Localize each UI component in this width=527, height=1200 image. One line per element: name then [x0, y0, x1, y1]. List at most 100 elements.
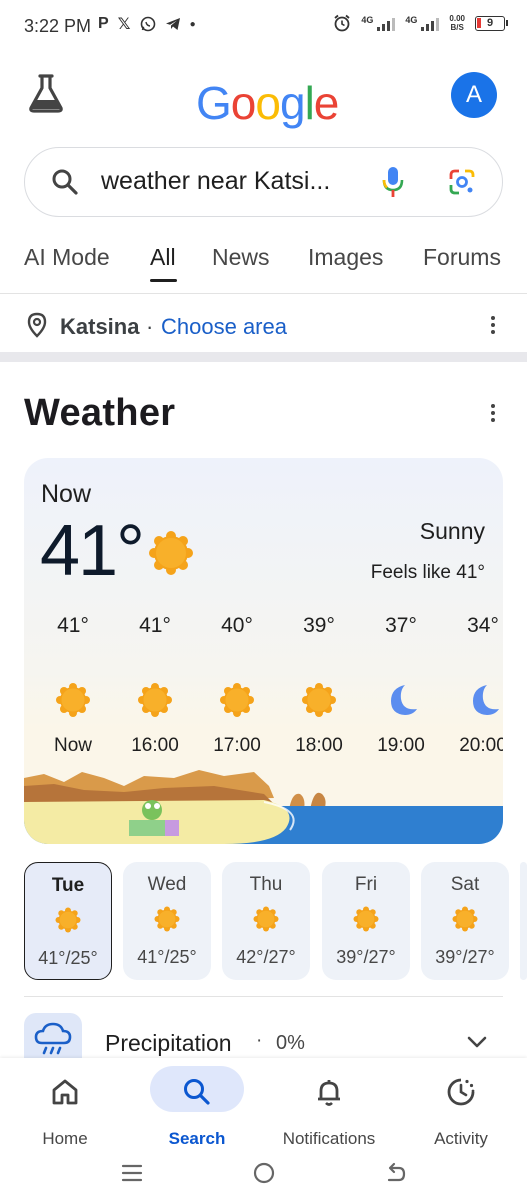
search-icon [184, 1079, 210, 1105]
hourly-forecast-item: 41° 16:00 [115, 614, 195, 757]
hourly-forecast-item: 37° 19:00 [361, 614, 441, 757]
beach-scene-illustration [24, 770, 503, 844]
bottom-navigation: Home Search Notifications Activity [0, 1058, 527, 1153]
sun-icon [138, 683, 172, 717]
sun-icon [253, 906, 279, 932]
logo-letter: o [255, 77, 281, 129]
hourly-time: 16:00 [131, 735, 179, 756]
system-navigation-bar [0, 1153, 527, 1200]
weather-card[interactable]: Now 41° Sunny Feels like 41° 41° Now 41°… [24, 458, 503, 844]
search-input[interactable]: weather near Katsi... [101, 167, 330, 196]
hourly-temp: 34° [467, 614, 499, 637]
weather-more-icon[interactable] [490, 404, 496, 426]
day-temps: 39°/27° [336, 947, 396, 967]
active-tab-indicator [150, 279, 177, 282]
day-temps: 41°/25° [38, 948, 98, 968]
hourly-forecast-item: 40° 17:00 [197, 614, 277, 757]
account-avatar[interactable]: A [451, 72, 497, 118]
day-card-wed[interactable]: Wed 41°/25° [123, 862, 211, 980]
day-card-thu[interactable]: Thu 42°/27° [222, 862, 310, 980]
day-name: Wed [147, 874, 187, 895]
location-city: Katsina [60, 314, 140, 339]
weather-title: Weather [24, 392, 176, 434]
now-label: Now [41, 480, 92, 508]
search-tabs: AI Mode All News Images Forums [0, 240, 527, 294]
hourly-forecast-item: 41° Now [33, 614, 113, 757]
nav-search[interactable]: Search [137, 1066, 257, 1149]
back-icon[interactable] [383, 1161, 407, 1185]
current-temperature: 41° [40, 511, 145, 591]
hourly-time: Now [53, 735, 92, 756]
divider [24, 996, 503, 997]
google-lens-icon[interactable] [448, 168, 476, 196]
rain-cloud-icon [34, 1022, 72, 1055]
nav-label: Notifications [282, 1129, 376, 1148]
bell-icon [318, 1080, 340, 1106]
hourly-time: 19:00 [377, 735, 425, 756]
hourly-forecast-item: 34° 20:00 [443, 614, 503, 757]
tab-ai-mode[interactable]: AI Mode [24, 244, 110, 271]
nav-notifications[interactable]: Notifications [269, 1066, 389, 1149]
activity-icon [447, 1078, 475, 1106]
recents-icon[interactable] [120, 1161, 144, 1185]
status-time: 3:22 PM [24, 16, 92, 36]
location-more-icon[interactable] [490, 316, 496, 338]
sun-icon [56, 683, 90, 717]
status-bar: 3:22 PM P 𝕏 ● 4G 4G 0.00 B/S 9 [0, 0, 527, 52]
hourly-temp: 37° [385, 614, 417, 637]
tab-forums[interactable]: Forums [423, 244, 501, 271]
tab-all[interactable]: All [150, 244, 176, 271]
day-name: Thu [249, 874, 283, 895]
feels-like: Feels like 41° [370, 562, 485, 583]
sun-icon [353, 906, 379, 932]
day-name: Tue [51, 875, 85, 896]
home-circle-icon[interactable] [252, 1161, 276, 1185]
day-name: Sat [450, 874, 480, 895]
precipitation-label[interactable]: Precipitation [105, 1030, 232, 1057]
day-temps: 39°/27° [435, 947, 495, 967]
home-icon [52, 1079, 78, 1105]
nav-activity[interactable]: Activity [401, 1066, 521, 1149]
nav-home[interactable]: Home [5, 1066, 125, 1149]
hourly-forecast-item: 39° 18:00 [279, 614, 359, 757]
signal-1-icon: 4G [361, 15, 396, 31]
hourly-temp: 41° [139, 614, 171, 637]
google-logo[interactable]: Google [196, 76, 339, 130]
precipitation-icon-box [24, 1013, 82, 1063]
logo-letter: o [230, 77, 257, 129]
sun-icon [220, 683, 254, 717]
microphone-icon[interactable] [381, 165, 405, 199]
day-card-fri[interactable]: Fri 39°/27° [322, 862, 410, 980]
precipitation-separator: · [256, 1030, 263, 1051]
battery-icon: 9 [475, 15, 508, 31]
location-row: Katsina · Choose area [0, 296, 527, 352]
choose-area-link[interactable]: Choose area [161, 314, 287, 340]
search-box[interactable]: weather near Katsi... [24, 147, 503, 217]
nav-label: Activity [434, 1129, 488, 1148]
pinterest-icon: P [98, 15, 109, 32]
labs-flask-icon[interactable] [26, 72, 66, 114]
location-pin-icon [27, 312, 47, 338]
sun-icon [302, 683, 336, 717]
hourly-time: 17:00 [213, 735, 261, 756]
section-separator [0, 352, 527, 362]
sun-icon [55, 907, 81, 933]
day-card-tue[interactable]: Tue 41°/25° [24, 862, 112, 980]
alarm-icon [334, 14, 350, 32]
sun-icon [149, 531, 193, 575]
moon-icon [391, 685, 417, 715]
signal-2-icon: 4G [405, 15, 440, 31]
nav-label: Home [42, 1129, 88, 1148]
day-card-next-partial[interactable] [520, 862, 527, 980]
network-speed: 0.00 B/S [449, 14, 465, 32]
chevron-down-icon[interactable] [466, 1034, 488, 1050]
status-app-icons: P 𝕏 ● [98, 14, 196, 34]
weather-condition: Sunny [419, 518, 485, 544]
nav-label: Search [168, 1129, 226, 1148]
tab-images[interactable]: Images [308, 244, 383, 271]
day-card-sat[interactable]: Sat 39°/27° [421, 862, 509, 980]
hourly-time: 18:00 [295, 735, 343, 756]
hourly-time: 20:00 [459, 735, 503, 756]
tab-news[interactable]: News [212, 244, 270, 271]
logo-letter: l [304, 77, 315, 129]
